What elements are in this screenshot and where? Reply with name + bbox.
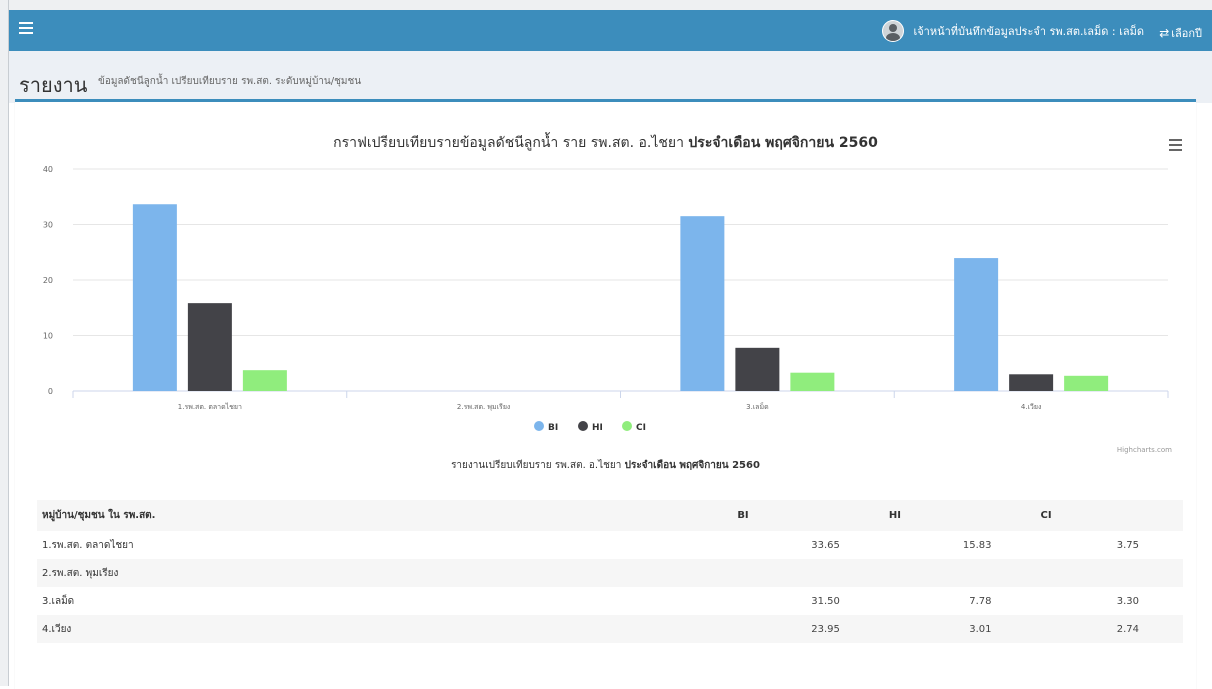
cell-ci: 3.75 xyxy=(1116,539,1139,551)
table-caption: รายงานเปรียบเทียบราย รพ.สต. อ.ไชยา ประจำ… xyxy=(15,458,1196,473)
legend-marker xyxy=(622,421,632,431)
x-tick-label: 2.รพ.สต. พุมเรียง xyxy=(457,403,510,411)
x-tick-label: 3.เลม็ด xyxy=(746,402,769,411)
exchange-icon: ⇄ xyxy=(1159,26,1170,40)
table-caption-period: ประจำเดือน พฤศจิกายน 2560 xyxy=(624,460,760,471)
cell-bi: 31.50 xyxy=(811,595,840,607)
cell-hi: 3.01 xyxy=(883,615,1036,643)
column-header-hi: HI xyxy=(883,500,1036,531)
bar-ci xyxy=(1064,375,1109,391)
select-year-button[interactable]: ⇄ เลือกปี xyxy=(1159,24,1202,42)
chart-title: กราฟเปรียบเทียบรายข้อมูลดัชนีลูกน้ำ ราย … xyxy=(15,132,1196,154)
cell-village: 3.เลม็ด xyxy=(42,595,75,607)
window-frame-top xyxy=(0,0,1212,10)
report-table: หมู่บ้าน/ชุมชน ใน รพ.สต. BI HI CI 1.รพ.ส… xyxy=(37,500,1183,643)
chart-credits[interactable]: Highcharts.com xyxy=(1117,446,1172,454)
cell-village: 2.รพ.สต. พุมเรียง xyxy=(37,559,733,587)
cell-hi: 15.83 xyxy=(962,539,992,551)
content-header: รายงาน ข้อมูลดัชนีลูกน้ำ เปรียบเทียบราย … xyxy=(9,51,1212,103)
table-caption-main: รายงานเปรียบเทียบราย รพ.สต. อ.ไชยา xyxy=(451,460,622,471)
column-header-ci: CI xyxy=(1035,500,1183,531)
legend-marker xyxy=(534,421,544,431)
cell-bi: 33.65 xyxy=(811,539,840,551)
table-row: 3.เลม็ด 31.50 7.78 3.30 xyxy=(37,587,1183,615)
select-year-label: เลือกปี xyxy=(1171,27,1202,40)
legend-marker xyxy=(578,421,588,431)
bar-bi xyxy=(954,258,999,391)
page-title: รายงาน xyxy=(19,73,88,97)
user-menu[interactable]: เจ้าหน้าที่บันทึกข้อมูลประจำ รพ.สต.เลม็ด… xyxy=(882,20,1144,42)
chart-export-menu-icon[interactable] xyxy=(1169,139,1182,154)
user-name: เจ้าหน้าที่บันทึกข้อมูลประจำ รพ.สต.เลม็ด… xyxy=(913,25,1144,38)
table-header-row: หมู่บ้าน/ชุมชน ใน รพ.สต. BI HI CI xyxy=(37,500,1183,531)
chart-title-main: กราฟเปรียบเทียบรายข้อมูลดัชนีลูกน้ำ ราย … xyxy=(333,135,684,151)
cell-village: 1.รพ.สต. ตลาดไชยา xyxy=(42,539,134,551)
cell-hi xyxy=(883,559,1036,587)
sidebar-toggle-icon[interactable] xyxy=(19,22,33,36)
page-subtitle: ข้อมูลดัชนีลูกน้ำ เปรียบเทียบราย รพ.สต. … xyxy=(98,76,362,87)
legend-label: HI xyxy=(592,423,603,433)
y-tick-label: 0 xyxy=(48,387,53,396)
report-box: กราฟเปรียบเทียบรายข้อมูลดัชนีลูกน้ำ ราย … xyxy=(15,99,1196,689)
column-header-bi: BI xyxy=(732,500,884,531)
column-header-village: หมู่บ้าน/ชุมชน ใน รพ.สต. xyxy=(37,500,733,531)
cell-ci: 2.74 xyxy=(1035,615,1183,643)
cell-hi: 7.78 xyxy=(969,595,992,607)
window-frame-left xyxy=(0,0,9,686)
bar-ci xyxy=(242,370,287,391)
top-navbar: เจ้าหน้าที่บันทึกข้อมูลประจำ รพ.สต.เลม็ด… xyxy=(9,10,1212,51)
bar-hi xyxy=(187,303,232,391)
cell-bi: 23.95 xyxy=(732,615,884,643)
cell-ci xyxy=(1035,559,1183,587)
avatar xyxy=(882,20,905,42)
table-row: 4.เวียง 23.95 3.01 2.74 xyxy=(37,615,1183,643)
cell-bi xyxy=(732,559,884,587)
y-tick-label: 30 xyxy=(43,221,53,230)
y-tick-label: 20 xyxy=(43,276,53,285)
legend-label: CI xyxy=(636,423,646,433)
bar-ci xyxy=(790,372,835,391)
x-tick-label: 4.เวียง xyxy=(1021,403,1042,411)
bar-bi xyxy=(680,216,725,391)
x-tick-label: 1.รพ.สต. ตลาดไชยา xyxy=(178,402,242,411)
legend-label: BI xyxy=(548,423,558,433)
bar-chart: 0 10 20 30 40 1.รพ.สต. ตลาดไชยา 2.รพ.สต. พุมเร… xyxy=(43,165,1169,433)
bar-hi xyxy=(1009,374,1054,391)
chart-title-period: ประจำเดือน พฤศจิกายน 2560 xyxy=(688,135,878,151)
bar-bi xyxy=(132,204,177,391)
cell-village: 4.เวียง xyxy=(37,615,733,643)
cell-ci: 3.30 xyxy=(1116,595,1139,607)
table-row: 1.รพ.สต. ตลาดไชยา 33.65 15.83 3.75 xyxy=(37,531,1183,559)
table-row: 2.รพ.สต. พุมเรียง xyxy=(37,559,1183,587)
bar-hi xyxy=(735,347,780,391)
y-tick-label: 40 xyxy=(43,165,53,174)
y-tick-label: 10 xyxy=(43,332,53,341)
